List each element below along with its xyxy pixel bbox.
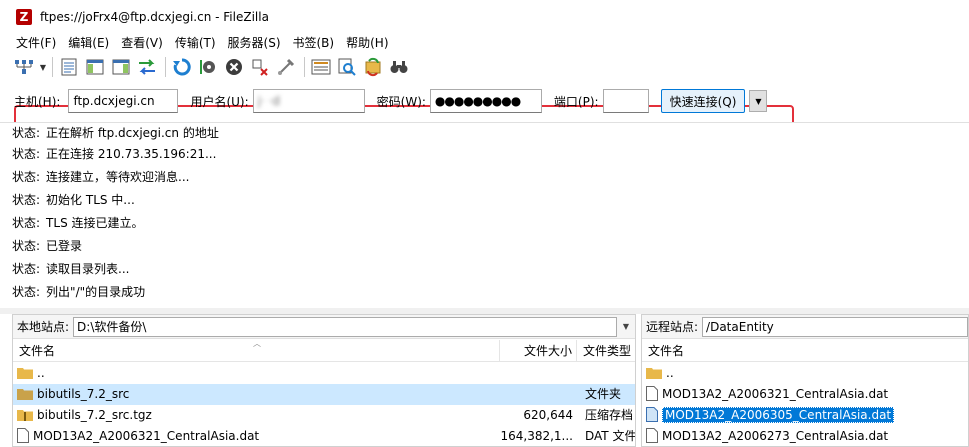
port-label: 端口(P): [553, 94, 599, 109]
remote-site-bar: 远程站点: /DataEntity [642, 315, 968, 339]
local-filename: .. [37, 366, 45, 380]
username-label: 用户名(U): [190, 94, 249, 109]
local-filesize: 620,644 [523, 408, 573, 422]
local-site-bar: 本地站点: D:\软件备份\ ▼ [13, 315, 635, 339]
remote-filename: MOD13A2_A2006305_CentralAsia.dat [662, 407, 895, 423]
local-col-filetype[interactable]: 文件类型 [577, 340, 635, 362]
menu-file[interactable]: 文件(F) [10, 33, 62, 53]
local-path-input[interactable]: D:\软件备份\ [73, 316, 617, 337]
folder-icon [646, 367, 662, 379]
password-label: 密码(W): [376, 94, 426, 109]
remote-filename: MOD13A2_A2006273_CentralAsia.dat [662, 429, 889, 443]
local-row-selected[interactable]: bibutils_7.2_src 文件夹 [13, 384, 635, 405]
menu-edit[interactable]: 编辑(E) [62, 33, 115, 53]
chevron-down-icon: ▼ [755, 96, 762, 106]
window-title: ftpes://joFrx4@ftp.dcxjegi.cn - FileZill… [40, 9, 269, 24]
process-queue-icon[interactable] [196, 55, 220, 79]
compare-directories-icon[interactable] [335, 55, 359, 79]
local-filetype: 压缩存档 [585, 408, 634, 422]
local-row[interactable]: MOD13A2_A2006321_CentralAsia.dat 164,382… [13, 426, 636, 446]
local-col-filename[interactable]: 文件名 [13, 340, 500, 362]
remote-row[interactable]: MOD13A2_A2006321_CentralAsia.dat [642, 384, 968, 405]
archive-icon [17, 409, 33, 421]
menu-transfer[interactable]: 传输(T) [169, 33, 222, 53]
log-line: 状态: 初始化 TLS 中... [12, 193, 135, 207]
file-icon [646, 407, 658, 422]
toggle-log-icon[interactable] [57, 55, 81, 79]
local-filesize [500, 384, 573, 405]
site-manager-icon[interactable] [12, 55, 36, 79]
reconnect-icon[interactable] [274, 55, 298, 79]
local-row[interactable]: bibutils_7.2_src.tgz 620,644 压缩存档 [13, 405, 635, 426]
menu-server[interactable]: 服务器(S) [222, 33, 287, 53]
quickconnect-history-dropdown[interactable]: ▼ [749, 90, 768, 112]
port-input[interactable] [602, 89, 649, 113]
menu-view[interactable]: 查看(V) [115, 33, 169, 53]
local-filesize: 164,382,1... [500, 429, 573, 443]
local-filename: bibutils_7.2_src [37, 387, 130, 401]
folder-icon [17, 367, 33, 379]
local-path-dropdown[interactable]: ▼ [617, 317, 635, 337]
quickconnect-row: 主机(H): ftp.dcxjegi.cn 用户名(U): j· ·d 密码(W… [0, 88, 768, 114]
host-input[interactable]: ftp.dcxjegi.cn [68, 89, 179, 113]
toggle-local-tree-icon[interactable] [83, 55, 107, 79]
cancel-operation-icon[interactable] [222, 55, 246, 79]
toggle-queue-icon[interactable] [135, 55, 159, 79]
remote-site-panel: 远程站点: /DataEntity 文件名 .. MOD13A2_A200632… [641, 314, 969, 447]
log-line: 状态: 正在解析 ftp.dcxjegi.cn 的地址 [12, 126, 219, 140]
local-filetype: 文件夹 [585, 387, 622, 401]
remote-site-label: 远程站点: [646, 320, 699, 334]
remote-list-header: 文件名 [642, 340, 968, 362]
title-bar: Z ftpes://joFrx4@ftp.dcxjegi.cn - FileZi… [0, 0, 969, 33]
local-list-header: ︿ 文件名 文件大小 文件类型 [13, 339, 635, 362]
remote-col-filename[interactable]: 文件名 [642, 340, 968, 362]
chevron-down-icon: ▼ [622, 322, 630, 331]
remote-filename: .. [666, 366, 674, 380]
local-filename: bibutils_7.2_src.tgz [37, 408, 152, 422]
file-icon [646, 428, 658, 443]
message-log[interactable]: 状态: 正在解析 ftp.dcxjegi.cn 的地址 状态: 正在连接 210.7… [0, 122, 969, 308]
log-line: 状态: 已登录 [12, 239, 83, 253]
remote-row-parent[interactable]: .. [642, 363, 968, 384]
log-line: 状态: 正在连接 210.73.35.196:21... [12, 147, 217, 161]
menu-help[interactable]: 帮助(H) [340, 33, 394, 53]
menu-bar: 文件(F) 编辑(E) 查看(V) 传输(T) 服务器(S) 书签(B) 帮助(… [0, 33, 969, 53]
host-label: 主机(H): [14, 94, 61, 109]
quickconnect-button[interactable]: 快速连接(Q) [660, 89, 746, 113]
username-value: j· ·d [257, 94, 281, 108]
toggle-remote-tree-icon[interactable] [109, 55, 133, 79]
local-col-filesize[interactable]: 文件大小 [500, 340, 577, 362]
remote-path-input[interactable]: /DataEntity [702, 316, 968, 337]
log-line: 状态: 列出"/"的目录成功 [12, 285, 146, 299]
local-filename: MOD13A2_A2006321_CentralAsia.dat [33, 429, 260, 443]
remote-row[interactable]: MOD13A2_A2006273_CentralAsia.dat [642, 426, 968, 446]
disconnect-icon[interactable] [248, 55, 272, 79]
password-input[interactable]: ●●●●●●●●● [429, 89, 542, 113]
username-input[interactable]: j· ·d [252, 89, 365, 113]
site-manager-dropdown-icon[interactable]: ▼ [38, 55, 48, 79]
search-remote-files-icon[interactable] [387, 55, 411, 79]
toolbar: ▼ [0, 53, 969, 81]
file-icon [646, 386, 658, 401]
local-row-parent[interactable]: .. [13, 363, 635, 384]
directory-listing-filters-icon[interactable] [309, 55, 333, 79]
remote-filename: MOD13A2_A2006321_CentralAsia.dat [662, 387, 889, 401]
local-filetype: DAT 文件 [585, 429, 636, 443]
filezilla-app-icon: Z [16, 8, 32, 25]
remote-row-selected[interactable]: MOD13A2_A2006305_CentralAsia.dat [642, 405, 968, 426]
log-line: 状态: 连接建立，等待欢迎消息... [12, 170, 190, 184]
file-icon [17, 428, 29, 443]
log-line: 状态: TLS 连接已建立。 [12, 216, 144, 230]
folder-icon [17, 388, 33, 400]
menu-bookmarks[interactable]: 书签(B) [287, 33, 341, 53]
refresh-icon[interactable] [170, 55, 194, 79]
local-site-label: 本地站点: [17, 320, 70, 334]
local-site-panel: 本地站点: D:\软件备份\ ▼ ︿ 文件名 文件大小 文件类型 .. bibu… [12, 314, 636, 447]
synchronized-browsing-icon[interactable] [361, 55, 385, 79]
log-line: 状态: 读取目录列表... [12, 262, 130, 276]
